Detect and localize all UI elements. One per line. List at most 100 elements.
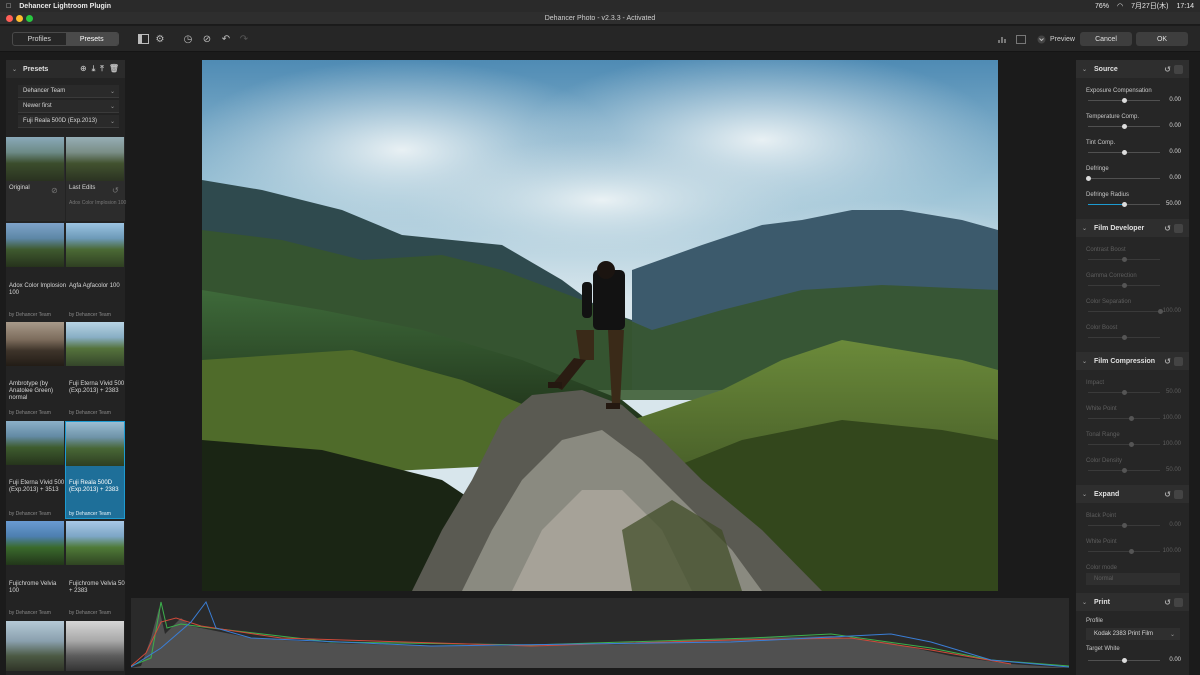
slider-knob[interactable] <box>1121 283 1127 288</box>
preset-thumbnail[interactable] <box>66 621 124 671</box>
param-slider[interactable] <box>1088 257 1160 262</box>
collapse-icon[interactable]: ⌄ <box>1082 66 1087 73</box>
presets-header: ⌄ Presets ⊕ ⤓ ⤒ 🗑 <box>6 60 125 78</box>
cancel-button[interactable]: Cancel <box>1080 32 1132 46</box>
param-slider[interactable] <box>1088 309 1163 314</box>
restore-icon[interactable]: ↺ <box>112 186 119 195</box>
param-label: White Point <box>1086 406 1117 412</box>
section-film-developer-header[interactable]: ⌄ Film Developer ↺ <box>1076 219 1189 237</box>
preset-thumbnail[interactable] <box>66 223 124 267</box>
histogram-icon[interactable] <box>996 32 1010 46</box>
slider-knob[interactable] <box>1128 549 1134 554</box>
slider-knob[interactable] <box>1121 150 1127 155</box>
preview-label[interactable]: Preview <box>1050 36 1075 43</box>
collapse-icon[interactable]: ⌄ <box>12 66 17 73</box>
color-mode-select[interactable]: Normal <box>1086 573 1180 585</box>
target-white-slider[interactable] <box>1088 658 1160 663</box>
slider-knob[interactable] <box>1121 335 1127 340</box>
param-slider[interactable] <box>1088 468 1160 473</box>
trash-icon[interactable]: 🗑 <box>109 64 119 74</box>
collapse-icon[interactable]: ⌄ <box>1082 599 1087 606</box>
preset-thumbnail[interactable] <box>6 322 64 366</box>
reset-section-icon[interactable]: ↺ <box>1164 490 1171 499</box>
apple-icon[interactable]:  <box>6 3 11 10</box>
reset-icon[interactable]: ⊘ <box>200 32 214 46</box>
export-icon[interactable]: ⤒ <box>100 64 104 74</box>
section-film-compression-header[interactable]: ⌄ Film Compression ↺ <box>1076 352 1189 370</box>
sort-select[interactable]: Newer first ⌄ <box>18 100 119 113</box>
undo-icon[interactable]: ↶ <box>219 32 233 46</box>
gear-icon[interactable]: ⚙ <box>153 32 167 46</box>
wifi-icon[interactable]: ◠ <box>1117 2 1123 10</box>
redo-icon[interactable]: ↷ <box>237 32 251 46</box>
section-expand-header[interactable]: ⌄ Expand ↺ <box>1076 485 1189 503</box>
param-slider[interactable] <box>1088 202 1160 207</box>
preset-thumbnail[interactable] <box>66 521 124 565</box>
preset-thumbnail[interactable] <box>6 621 64 671</box>
print-profile-select[interactable]: Kodak 2383 Print Film ⌄ <box>1086 628 1180 640</box>
split-view-icon[interactable] <box>136 32 150 46</box>
preview-toggle-icon[interactable] <box>1034 32 1048 46</box>
section-enable-checkbox[interactable] <box>1174 356 1183 366</box>
slider-knob[interactable] <box>1128 416 1134 421</box>
param-slider[interactable] <box>1088 124 1160 129</box>
photo-preview[interactable] <box>202 60 998 591</box>
preset-select[interactable]: Fuji Reala 500D (Exp.2013) ⌄ <box>18 115 119 128</box>
reset-section-icon[interactable]: ↺ <box>1164 224 1171 233</box>
tab-presets[interactable]: Presets <box>65 33 118 45</box>
section-enable-checkbox[interactable] <box>1174 64 1183 74</box>
preset-tile-original[interactable]: Original ⊘ <box>6 137 65 221</box>
menubar-clock[interactable]: 17:14 <box>1176 3 1194 10</box>
slider-knob[interactable] <box>1121 390 1127 395</box>
param-slider[interactable] <box>1088 335 1160 340</box>
param-label: Black Point <box>1086 513 1117 519</box>
section-source-header[interactable]: ⌄ Source ↺ <box>1076 60 1189 78</box>
slider-knob[interactable] <box>1121 523 1127 528</box>
import-icon[interactable]: ⤓ <box>92 64 96 74</box>
collapse-icon[interactable]: ⌄ <box>1082 491 1087 498</box>
slider-knob[interactable] <box>1121 124 1127 129</box>
collapse-icon[interactable]: ⌄ <box>1082 225 1087 232</box>
ok-button[interactable]: OK <box>1136 32 1188 46</box>
param-slider[interactable] <box>1088 283 1160 288</box>
minimize-window-icon[interactable] <box>16 15 23 22</box>
close-window-icon[interactable] <box>6 15 13 22</box>
preset-thumbnail[interactable] <box>66 322 124 366</box>
param-slider[interactable] <box>1088 442 1160 447</box>
add-preset-icon[interactable]: ⊕ <box>80 64 87 74</box>
param-slider[interactable] <box>1088 523 1160 528</box>
slider-knob[interactable] <box>1085 176 1091 181</box>
param-slider[interactable] <box>1088 98 1160 103</box>
zoom-window-icon[interactable] <box>26 15 33 22</box>
slider-knob[interactable] <box>1121 257 1127 262</box>
param-slider[interactable] <box>1088 150 1160 155</box>
section-enable-checkbox[interactable] <box>1174 223 1183 233</box>
slider-knob[interactable] <box>1128 442 1134 447</box>
section-enable-checkbox[interactable] <box>1174 489 1183 499</box>
param-value: 50.00 <box>1165 389 1181 395</box>
author-filter-select[interactable]: Dehancer Team ⌄ <box>18 85 119 98</box>
param-slider[interactable] <box>1088 390 1160 395</box>
reset-section-icon[interactable]: ↺ <box>1164 65 1171 74</box>
preset-thumbnail[interactable] <box>6 521 64 565</box>
section-enable-checkbox[interactable] <box>1174 597 1183 607</box>
preset-thumbnail[interactable] <box>6 421 64 465</box>
param-slider[interactable] <box>1088 416 1160 421</box>
slider-knob[interactable] <box>1121 98 1127 103</box>
history-icon[interactable]: ◷ <box>181 32 195 46</box>
preset-thumbnail[interactable] <box>6 223 64 267</box>
param-value: 50.00 <box>1165 201 1181 207</box>
slider-knob[interactable] <box>1121 468 1127 473</box>
slider-knob[interactable] <box>1121 202 1127 207</box>
tab-profiles[interactable]: Profiles <box>13 33 66 45</box>
reset-section-icon[interactable]: ↺ <box>1164 598 1171 607</box>
reset-section-icon[interactable]: ↺ <box>1164 357 1171 366</box>
preset-tile-last-edits[interactable]: Last Edits Adox Color Implosion 100 ↺ <box>66 137 126 221</box>
collapse-icon[interactable]: ⌄ <box>1082 358 1087 365</box>
param-slider[interactable] <box>1085 176 1160 181</box>
compare-icon[interactable] <box>1014 32 1028 46</box>
slider-knob[interactable] <box>1121 658 1127 663</box>
section-print-header[interactable]: ⌄ Print ↺ <box>1076 593 1189 611</box>
menubar-app-name[interactable]: Dehancer Lightroom Plugin <box>19 3 111 10</box>
param-slider[interactable] <box>1088 549 1160 554</box>
